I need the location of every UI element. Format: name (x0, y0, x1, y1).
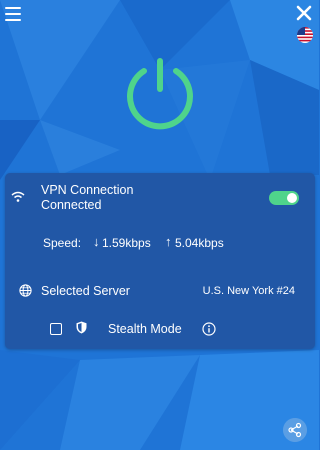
power-icon (127, 58, 193, 130)
wifi-icon (11, 191, 25, 202)
download-arrow-icon: ↓ (93, 234, 100, 249)
vpn-connection-status: Connected (41, 198, 102, 212)
info-icon[interactable] (202, 322, 216, 336)
close-icon[interactable] (295, 4, 313, 22)
upload-speed: 5.04kbps (175, 236, 224, 250)
toggle-knob (287, 193, 297, 203)
connection-panel: VPN Connection Connected Speed: ↓ 1.59kb… (5, 173, 315, 349)
share-button[interactable] (283, 418, 307, 442)
selected-server-label: Selected Server (41, 284, 130, 298)
stealth-mode-checkbox[interactable] (50, 323, 62, 335)
selected-server-value[interactable]: U.S. New York #24 (203, 285, 295, 297)
stealth-mode-label: Stealth Mode (108, 322, 182, 336)
vpn-toggle[interactable] (269, 191, 299, 205)
speed-label: Speed: (43, 236, 82, 250)
shield-icon (76, 321, 87, 334)
globe-icon (19, 284, 32, 297)
vpn-connection-title: VPN Connection (41, 183, 134, 197)
hamburger-icon (5, 7, 21, 9)
download-speed: 1.59kbps (102, 236, 151, 250)
menu-button[interactable] (5, 7, 21, 21)
power-button[interactable] (121, 55, 199, 133)
upload-arrow-icon: ↑ (165, 234, 172, 249)
us-flag-icon[interactable] (297, 27, 313, 43)
